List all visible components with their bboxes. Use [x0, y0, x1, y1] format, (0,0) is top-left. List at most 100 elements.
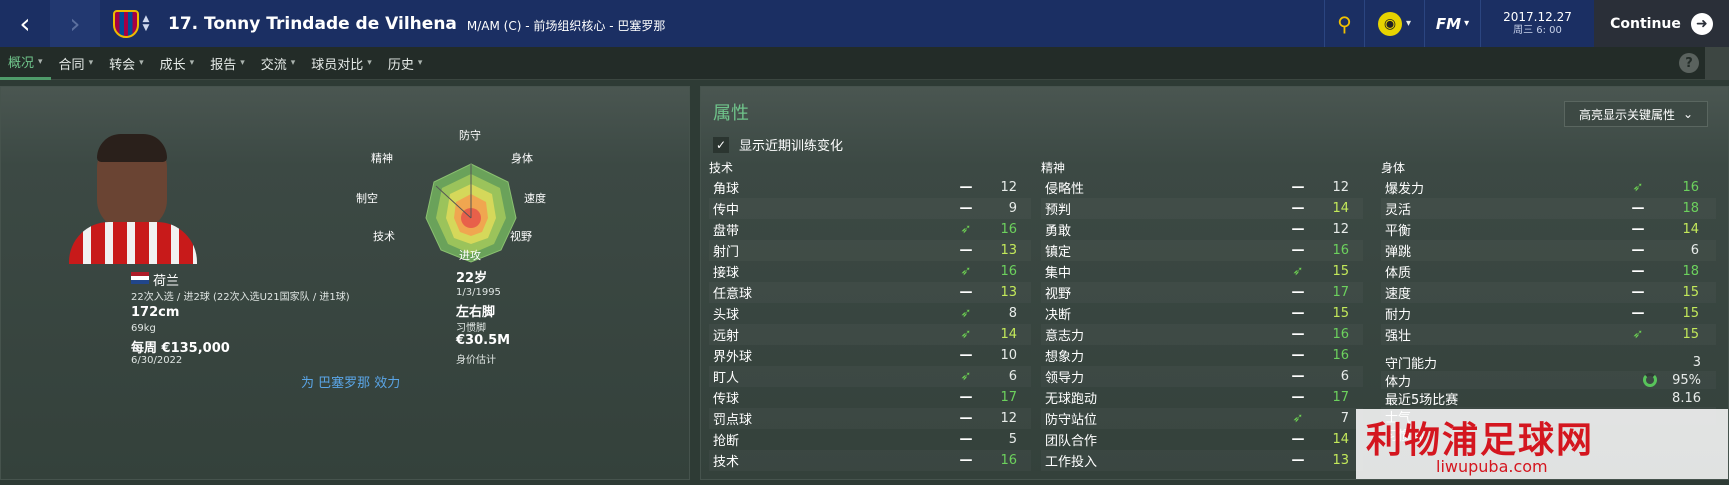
- checkbox-checked-icon[interactable]: ✓: [713, 136, 729, 153]
- attribute-row[interactable]: 角球 — 12: [709, 177, 1031, 198]
- attribute-row[interactable]: 想象力 — 16: [1041, 345, 1363, 366]
- player-title: 17. Tonny Trindade de Vilhena: [168, 13, 457, 34]
- trend-flat-icon: —: [959, 390, 973, 405]
- trend-up-icon: ➶: [960, 327, 972, 342]
- fm-menu-button[interactable]: FM ▾: [1424, 0, 1480, 47]
- attribute-value: 14: [1332, 432, 1349, 447]
- tab-label: 合同: [58, 57, 85, 73]
- attribute-row[interactable]: 勇敢 — 12: [1041, 219, 1363, 240]
- side-menu-button[interactable]: [1705, 47, 1729, 80]
- attribute-row[interactable]: 防守站位 ➶ 7: [1041, 408, 1363, 429]
- attribute-name: 想象力: [1045, 350, 1085, 365]
- attribute-row[interactable]: 镇定 — 16: [1041, 240, 1363, 261]
- attribute-name: 灵活: [1385, 203, 1412, 218]
- tab-label: 报告: [210, 57, 237, 73]
- attribute-value: 16: [1000, 453, 1017, 468]
- attribute-row[interactable]: 速度 — 15: [1381, 282, 1716, 303]
- attribute-row[interactable]: 弹跳 — 6: [1381, 240, 1716, 261]
- mental-list: 侵略性 — 12 预判 — 14 勇敢 — 12 镇定 — 16 集中 ➶ 15 视野 — 17 决断 — 15 意志力 —…: [1041, 177, 1363, 471]
- back-arrow-icon: ‹: [19, 7, 31, 40]
- status-row: 守门能力 3: [1381, 353, 1716, 372]
- tab-contract[interactable]: 合同 ▾: [51, 47, 102, 80]
- radar-label-mental: 精神: [371, 152, 393, 165]
- attribute-row[interactable]: 平衡 — 14: [1381, 219, 1716, 240]
- trend-flat-icon: —: [1631, 285, 1645, 300]
- world-menu-button[interactable]: ◉ ▾: [1364, 0, 1424, 47]
- tab-reports[interactable]: 报告 ▾: [202, 47, 253, 80]
- attribute-row[interactable]: 爆发力 ➶ 16: [1381, 177, 1716, 198]
- tab-overview[interactable]: 概况 ▾: [0, 47, 51, 80]
- attribute-name: 头球: [713, 308, 740, 323]
- attribute-value: 13: [1000, 285, 1017, 300]
- trend-flat-icon: —: [1291, 327, 1305, 342]
- attribute-row[interactable]: 无球跑动 — 17: [1041, 387, 1363, 408]
- attribute-row[interactable]: 集中 ➶ 15: [1041, 261, 1363, 282]
- current-date: 2017.12.27: [1503, 9, 1572, 24]
- attribute-row[interactable]: 侵略性 — 12: [1041, 177, 1363, 198]
- netherlands-flag-icon: [131, 272, 149, 284]
- tab-transfer[interactable]: 转会 ▾: [101, 47, 152, 80]
- show-training-changes-row[interactable]: ✓ 显示近期训练变化: [713, 135, 843, 154]
- search-icon: ⚲: [1337, 11, 1352, 36]
- attribute-value: 17: [1332, 390, 1349, 405]
- attribute-row[interactable]: 抢断 — 5: [709, 429, 1031, 450]
- attribute-row[interactable]: 射门 — 13: [709, 240, 1031, 261]
- current-time: 周三 6: 00: [1513, 24, 1562, 36]
- attribute-row[interactable]: 意志力 — 16: [1041, 324, 1363, 345]
- tab-interaction[interactable]: 交流 ▾: [253, 47, 304, 80]
- attribute-row[interactable]: 盯人 ➶ 6: [709, 366, 1031, 387]
- help-icon[interactable]: ?: [1679, 53, 1699, 73]
- highlight-key-attributes-dropdown[interactable]: 高亮显示关键属性 ⌄: [1564, 101, 1708, 127]
- attribute-row[interactable]: 罚点球 — 12: [709, 408, 1031, 429]
- market-value-label: 身价估计: [456, 355, 496, 366]
- wage-value: 每周 €135,000: [131, 341, 230, 356]
- trend-flat-icon: —: [1291, 348, 1305, 363]
- tab-development[interactable]: 成长 ▾: [152, 47, 203, 80]
- attribute-row[interactable]: 强壮 ➶ 15: [1381, 324, 1716, 345]
- attribute-row[interactable]: 界外球 — 10: [709, 345, 1031, 366]
- attribute-row[interactable]: 预判 — 14: [1041, 198, 1363, 219]
- attribute-row[interactable]: 视野 — 17: [1041, 282, 1363, 303]
- forward-button[interactable]: ›: [50, 0, 100, 47]
- attribute-row[interactable]: 灵活 — 18: [1381, 198, 1716, 219]
- trend-up-icon: ➶: [960, 264, 972, 279]
- plays-for-link[interactable]: 为 巴塞罗那 效力: [301, 372, 400, 391]
- attribute-row[interactable]: 耐力 — 15: [1381, 303, 1716, 324]
- attribute-name: 领导力: [1045, 371, 1085, 386]
- attribute-name: 传球: [713, 392, 740, 407]
- radar-label-speed: 速度: [524, 192, 546, 205]
- trend-flat-icon: —: [959, 432, 973, 447]
- back-button[interactable]: ‹: [0, 0, 50, 47]
- technical-list: 角球 — 12 传中 — 9 盘带 ➶ 16 射门 — 13 接球 ➶ 16 任意球 — 13 头球 ➶ 8 远射 ➶ 14 界…: [709, 177, 1031, 471]
- tab-history[interactable]: 历史 ▾: [380, 47, 431, 80]
- attribute-row[interactable]: 传中 — 9: [709, 198, 1031, 219]
- attribute-name: 勇敢: [1045, 224, 1072, 239]
- attribute-name: 体质: [1385, 266, 1412, 281]
- hair: [97, 134, 167, 162]
- attribute-row[interactable]: 任意球 — 13: [709, 282, 1031, 303]
- continue-button[interactable]: Continue ➜: [1594, 0, 1729, 47]
- attribute-row[interactable]: 决断 — 15: [1041, 303, 1363, 324]
- attribute-row[interactable]: 接球 ➶ 16: [709, 261, 1031, 282]
- attribute-value: 9: [1008, 201, 1017, 216]
- attribute-row[interactable]: 传球 — 17: [709, 387, 1031, 408]
- attribute-row[interactable]: 头球 ➶ 8: [709, 303, 1031, 324]
- trend-up-icon: ➶: [1632, 180, 1644, 195]
- attribute-row[interactable]: 盘带 ➶ 16: [709, 219, 1031, 240]
- search-button[interactable]: ⚲: [1324, 0, 1364, 47]
- attribute-row[interactable]: 团队合作 — 14: [1041, 429, 1363, 450]
- attribute-row[interactable]: 工作投入 — 13: [1041, 450, 1363, 471]
- tab-compare[interactable]: 球员对比 ▾: [303, 47, 380, 80]
- nation-label[interactable]: 荷兰: [153, 270, 179, 289]
- club-crest-switcher[interactable]: ▲ ▼: [100, 0, 162, 47]
- profile-panel: 荷兰 22次入选 / 进2球 (22次入选U21国家队 / 进1球) 172cm…: [0, 86, 690, 480]
- attribute-row[interactable]: 远射 ➶ 14: [709, 324, 1031, 345]
- attribute-value: 16: [1332, 327, 1349, 342]
- attribute-row[interactable]: 体质 — 18: [1381, 261, 1716, 282]
- weight-value: 69kg: [131, 323, 156, 334]
- trend-up-icon: ➶: [960, 222, 972, 237]
- attribute-row[interactable]: 技术 — 16: [709, 450, 1031, 471]
- date-display[interactable]: 2017.12.27 周三 6: 00: [1480, 0, 1594, 47]
- attribute-name: 接球: [713, 266, 740, 281]
- attribute-row[interactable]: 领导力 — 6: [1041, 366, 1363, 387]
